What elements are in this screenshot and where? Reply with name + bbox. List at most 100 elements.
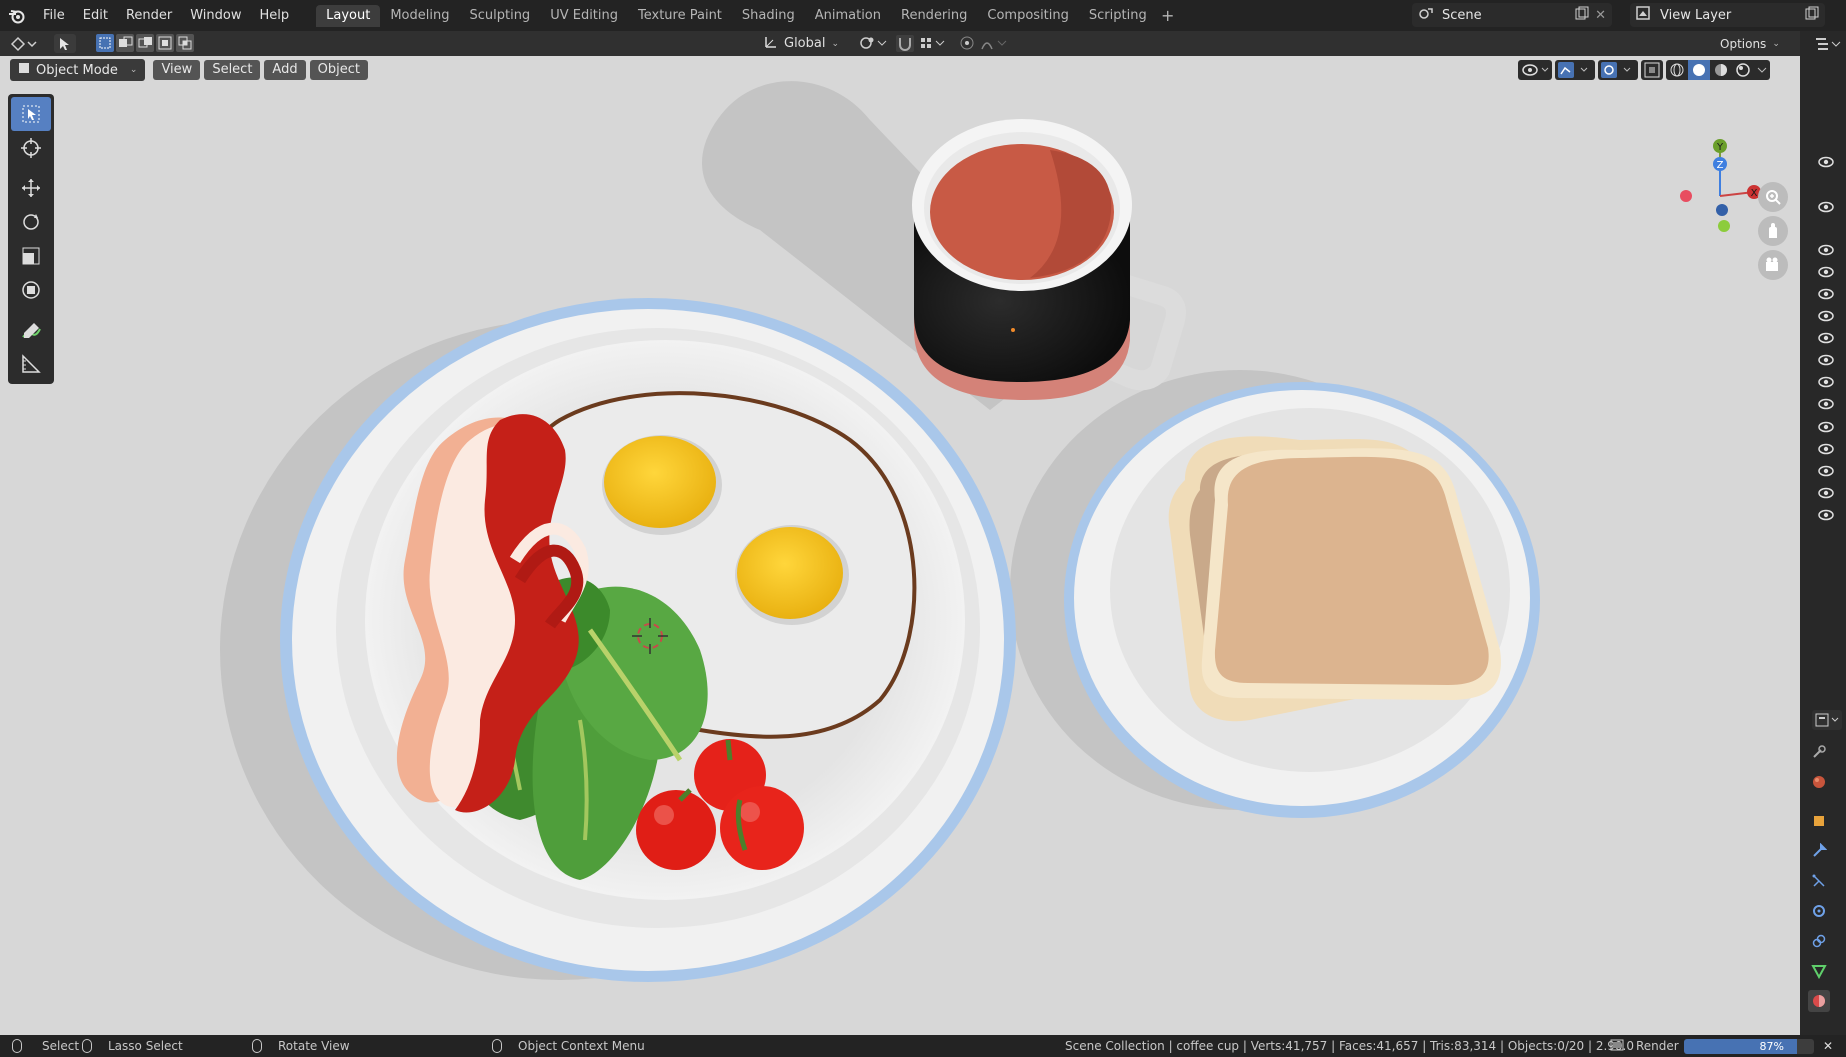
xray-toggle-icon[interactable] [1641, 60, 1663, 80]
eye-icon[interactable] [1817, 375, 1835, 389]
material-shading-icon[interactable] [1710, 60, 1732, 80]
properties-editor-type-icon[interactable] [1812, 710, 1842, 730]
tab-uv-editing[interactable]: UV Editing [540, 5, 628, 27]
menu-render[interactable]: Render [117, 0, 181, 31]
particles-properties-icon[interactable] [1808, 870, 1830, 892]
menu-help[interactable]: Help [251, 0, 299, 31]
blender-logo-icon[interactable] [0, 0, 34, 31]
select-box-tool-icon[interactable] [11, 97, 51, 131]
scene-selector[interactable]: Scene ✕ [1412, 3, 1612, 27]
solid-shading-icon[interactable] [1688, 60, 1710, 80]
object-mode-dropdown[interactable]: Object Mode ⌄ [10, 59, 146, 81]
options-dropdown[interactable]: Options ⌄ [1720, 34, 1792, 53]
eye-icon[interactable] [1817, 508, 1835, 522]
outliner-editor-type-icon[interactable] [1814, 36, 1842, 52]
subtract-selection-icon[interactable] [136, 34, 154, 52]
eye-icon[interactable] [1817, 265, 1835, 279]
measure-tool-icon[interactable] [11, 347, 51, 381]
eye-icon[interactable] [1817, 243, 1835, 257]
annotate-tool-icon[interactable] [11, 313, 51, 347]
new-selection-icon[interactable] [96, 34, 114, 52]
select-tool-icon[interactable] [54, 34, 76, 53]
eye-icon[interactable] [1817, 353, 1835, 367]
cancel-render-icon[interactable]: ✕ [1820, 1038, 1836, 1054]
physics-properties-icon[interactable] [1808, 900, 1830, 922]
select-menu-button[interactable]: Select [204, 60, 261, 80]
snap-element-icon[interactable] [918, 35, 948, 52]
rotate-tool-icon[interactable] [11, 205, 51, 239]
eye-icon[interactable] [1817, 287, 1835, 301]
view-layer-selector[interactable]: View Layer [1630, 3, 1825, 27]
modifier-properties-icon[interactable] [1808, 840, 1830, 862]
copy-scene-icon[interactable] [1575, 6, 1589, 24]
proportional-edit-icon[interactable] [958, 35, 976, 52]
overlays-toggle-icon[interactable] [1598, 60, 1638, 80]
close-scene-icon[interactable]: ✕ [1595, 8, 1606, 23]
eye-icon[interactable] [1817, 464, 1835, 478]
rendered-shading-icon[interactable] [1732, 60, 1754, 80]
world-properties-icon[interactable] [1808, 771, 1830, 793]
status-context-label: Object Context Menu [518, 1039, 645, 1053]
menu-file[interactable]: File [34, 0, 74, 31]
status-context-hint: Object Context Menu [492, 1039, 645, 1053]
tab-layout[interactable]: Layout [316, 4, 381, 27]
chevron-down-icon: ⌄ [129, 65, 138, 75]
data-properties-icon[interactable] [1808, 960, 1830, 982]
copy-view-layer-icon[interactable] [1805, 6, 1819, 24]
transform-tool-icon[interactable] [11, 273, 51, 307]
gizmo-toggle-icon[interactable] [1555, 60, 1595, 80]
eye-icon[interactable] [1817, 309, 1835, 323]
tab-texture-paint[interactable]: Texture Paint [628, 5, 732, 27]
eye-icon[interactable] [1817, 331, 1835, 345]
wireframe-shading-icon[interactable] [1666, 60, 1688, 80]
intersect-selection-icon[interactable] [176, 34, 194, 52]
view-menu-button[interactable]: View [153, 60, 201, 80]
add-workspace-button[interactable]: + [1157, 6, 1179, 25]
tab-modeling[interactable]: Modeling [380, 5, 459, 27]
tab-scripting[interactable]: Scripting [1079, 5, 1157, 27]
move-tool-icon[interactable] [11, 171, 51, 205]
3d-viewport[interactable]: Object Mode ⌄ View Select Add Object Y Z… [0, 56, 1800, 1035]
menu-window[interactable]: Window [181, 0, 250, 31]
transform-orientation-dropdown[interactable]: Global ⌄ [764, 34, 850, 53]
scene-name[interactable]: Scene [1442, 8, 1482, 23]
add-menu-button[interactable]: Add [264, 60, 306, 80]
object-mode-icon [18, 62, 30, 78]
gizmo-y-label: Y [1716, 142, 1724, 153]
eye-icon[interactable] [1817, 155, 1835, 169]
eye-icon[interactable] [1817, 442, 1835, 456]
view-layer-name[interactable]: View Layer [1660, 8, 1731, 23]
falloff-icon[interactable] [980, 35, 1010, 52]
eye-icon[interactable] [1817, 200, 1835, 214]
eye-icon[interactable] [1817, 397, 1835, 411]
scale-tool-icon[interactable] [11, 239, 51, 273]
render-job: Render [1610, 1039, 1679, 1054]
snap-toggle-icon[interactable] [896, 35, 914, 52]
zoom-view-icon[interactable] [1758, 182, 1788, 212]
pivot-point-icon[interactable] [858, 35, 888, 52]
tab-compositing[interactable]: Compositing [977, 5, 1079, 27]
editor-type-icon[interactable] [10, 35, 40, 52]
menu-edit[interactable]: Edit [74, 0, 117, 31]
tab-rendering[interactable]: Rendering [891, 5, 977, 27]
extend-selection-icon[interactable] [116, 34, 134, 52]
tab-sculpting[interactable]: Sculpting [459, 5, 540, 27]
eye-icon[interactable] [1817, 420, 1835, 434]
coffee-mug [912, 119, 1186, 400]
constraint-properties-icon[interactable] [1808, 930, 1830, 952]
invert-selection-icon[interactable] [156, 34, 174, 52]
visibility-selectability-icon[interactable] [1518, 60, 1552, 80]
tool-properties-icon[interactable] [1808, 741, 1830, 763]
shading-options-icon[interactable] [1754, 60, 1770, 80]
tab-shading[interactable]: Shading [732, 5, 805, 27]
object-properties-icon[interactable] [1808, 810, 1830, 832]
right-mouse-icon [492, 1039, 502, 1053]
eye-icon[interactable] [1817, 486, 1835, 500]
tab-animation[interactable]: Animation [805, 5, 891, 27]
camera-view-icon[interactable] [1758, 250, 1788, 280]
material-properties-icon[interactable] [1808, 990, 1830, 1012]
pan-view-icon[interactable] [1758, 216, 1788, 246]
object-menu-button[interactable]: Object [309, 60, 368, 80]
cursor-tool-icon[interactable] [11, 131, 51, 165]
render-progress-bar: 87% [1684, 1039, 1814, 1054]
